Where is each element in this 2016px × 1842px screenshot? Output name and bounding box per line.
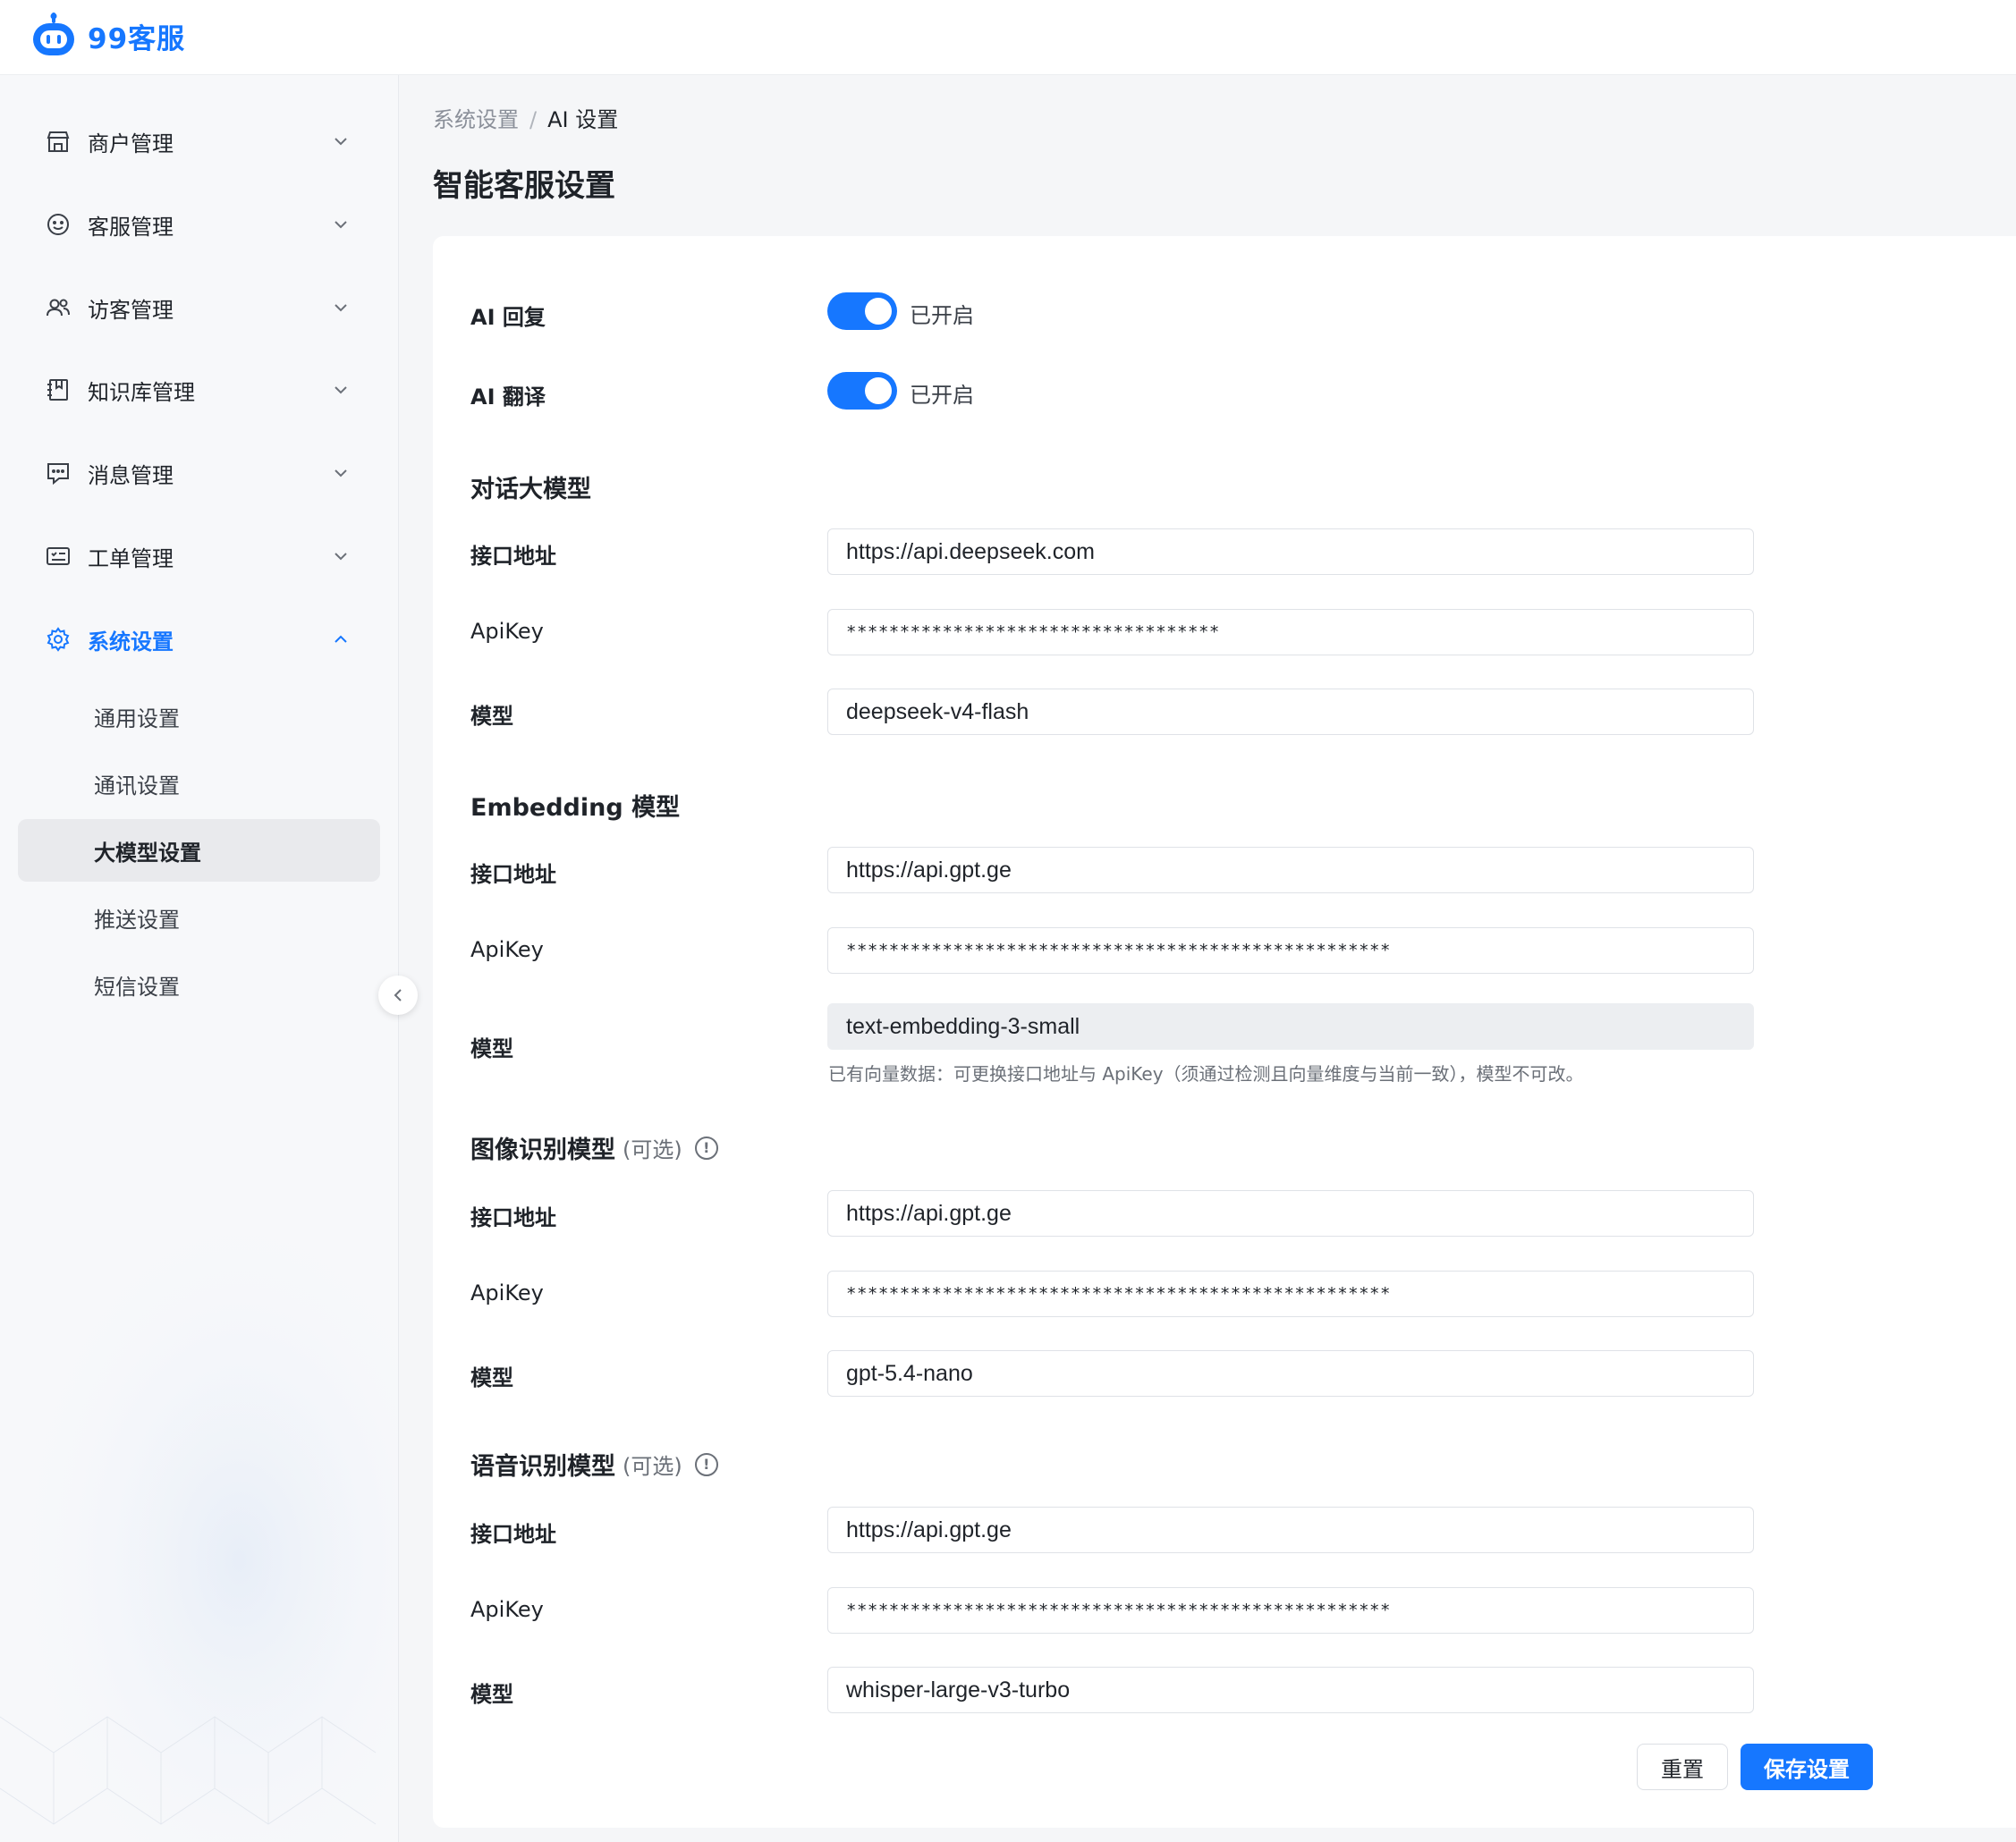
sidebar-subitem-label: 短信设置 (94, 974, 180, 1000)
reset-button[interactable]: 重置 (1637, 1744, 1728, 1790)
speech-endpoint-label: 接口地址 (470, 1522, 556, 1547)
top-header: 99客服 (0, 0, 2016, 75)
sidebar-subitem-push[interactable]: 推送设置 (18, 886, 380, 949)
section-title-text: Embedding 模型 (470, 794, 681, 822)
speech-model-section-title: 语音识别模型 (可选) ! (470, 1447, 718, 1482)
section-title-text: 对话大模型 (470, 476, 591, 503)
sidebar-item-agents[interactable]: 客服管理 (18, 192, 380, 257)
sidebar-item-label: 访客管理 (88, 297, 174, 323)
users-icon (47, 299, 70, 317)
sidebar-subitem-label: 推送设置 (94, 907, 180, 933)
sidebar-subitem-sms[interactable]: 短信设置 (18, 953, 380, 1016)
chat-endpoint-input[interactable]: https://api.deepseek.com (827, 528, 1754, 575)
embedding-model-section-title: Embedding 模型 (470, 788, 680, 823)
sidebar-item-label: 系统设置 (88, 629, 174, 655)
sidebar-item-label: 工单管理 (88, 545, 174, 571)
app-name: 99客服 (88, 22, 186, 55)
sidebar-subitem-communication[interactable]: 通讯设置 (18, 752, 380, 815)
sidebar-subitem-label: 通用设置 (94, 706, 180, 731)
chat-apikey-label: ApiKey (470, 619, 544, 644)
chevron-left-icon (394, 989, 402, 1001)
chat-model-label: 模型 (470, 704, 513, 729)
chevron-down-icon (335, 304, 347, 312)
chat-apikey-input[interactable]: *********************************** (827, 609, 1754, 655)
vision-model-input[interactable]: gpt-5.4-nano (827, 1350, 1754, 1397)
sidebar-item-label: 消息管理 (88, 462, 174, 488)
page-title: 智能客服设置 (433, 168, 615, 204)
breadcrumb: 系统设置 / AI 设置 (433, 102, 618, 133)
gear-icon (47, 627, 70, 652)
chevron-down-icon (335, 553, 347, 561)
ai-translate-status: 已开启 (910, 383, 974, 408)
speech-model-label: 模型 (470, 1682, 513, 1707)
ai-translate-switch[interactable] (827, 372, 897, 410)
chat-endpoint-label: 接口地址 (470, 544, 556, 569)
breadcrumb-parent[interactable]: 系统设置 (433, 107, 519, 132)
embedding-model-label: 模型 (470, 1036, 513, 1061)
sidebar-item-messages[interactable]: 消息管理 (18, 441, 380, 505)
vision-apikey-label: ApiKey (470, 1280, 544, 1305)
smile-icon (47, 214, 69, 235)
sidebar-background-pattern (0, 1216, 398, 1842)
embedding-apikey-input[interactable]: ****************************************… (827, 927, 1754, 974)
chevron-down-icon (335, 221, 347, 229)
sidebar-item-label: 商户管理 (88, 131, 174, 156)
section-title-text: 图像识别模型 (470, 1136, 615, 1164)
sidebar-item-tickets[interactable]: 工单管理 (18, 524, 380, 588)
ai-reply-status: 已开启 (910, 303, 974, 328)
vision-endpoint-input[interactable]: https://api.gpt.ge (827, 1190, 1754, 1237)
embedding-model-input: text-embedding-3-small (827, 1003, 1754, 1050)
sidebar-item-label: 客服管理 (88, 214, 174, 240)
info-icon[interactable]: ! (694, 1136, 718, 1160)
chat-model-input[interactable]: deepseek-v4-flash (827, 689, 1754, 735)
switch-knob (865, 377, 892, 404)
ai-reply-switch[interactable] (827, 292, 897, 330)
info-icon[interactable]: ! (694, 1452, 718, 1476)
chevron-down-icon (335, 386, 347, 394)
vision-model-label: 模型 (470, 1365, 513, 1390)
optional-tag: (可选) (623, 1137, 682, 1162)
switch-knob (865, 298, 892, 325)
app-logo[interactable]: 99客服 (30, 9, 185, 63)
chevron-up-icon (335, 635, 347, 643)
sidebar-subitem-label: 通讯设置 (94, 773, 180, 798)
sidebar-item-visitors[interactable]: 访客管理 (18, 275, 380, 340)
sidebar-subitem-label: 大模型设置 (94, 840, 201, 866)
sidebar-item-merchant[interactable]: 商户管理 (18, 109, 380, 173)
sidebar-item-knowledge-base[interactable]: 知识库管理 (18, 358, 380, 422)
section-title-text: 语音识别模型 (470, 1453, 615, 1481)
sidebar-collapse-button[interactable] (378, 976, 418, 1015)
vision-model-section-title: 图像识别模型 (可选) ! (470, 1130, 718, 1165)
vision-apikey-input[interactable]: ****************************************… (827, 1271, 1754, 1317)
breadcrumb-separator: / (529, 107, 538, 132)
embedding-endpoint-input[interactable]: https://api.gpt.ge (827, 847, 1754, 893)
sidebar-item-system-settings[interactable]: 系统设置 (18, 607, 380, 672)
speech-apikey-label: ApiKey (470, 1597, 544, 1622)
optional-tag: (可选) (623, 1454, 682, 1479)
robot-logo-icon (33, 13, 74, 55)
sidebar-item-label: 知识库管理 (88, 379, 195, 405)
ticket-icon (47, 547, 70, 565)
chevron-down-icon (335, 469, 347, 477)
embedding-apikey-label: ApiKey (470, 937, 544, 962)
ai-reply-label: AI 回复 (470, 305, 546, 330)
embedding-model-hint: 已有向量数据：可更换接口地址与 ApiKey（须通过检测且向量维度与当前一致），… (828, 1063, 1584, 1085)
chevron-down-icon (335, 138, 347, 146)
speech-apikey-input[interactable]: ****************************************… (827, 1587, 1754, 1634)
book-icon (47, 379, 68, 401)
message-icon (47, 463, 69, 486)
sidebar-subitem-general[interactable]: 通用设置 (18, 685, 380, 748)
ai-translate-label: AI 翻译 (470, 384, 546, 410)
chat-model-section-title: 对话大模型 (470, 469, 591, 504)
vision-endpoint-label: 接口地址 (470, 1205, 556, 1230)
breadcrumb-current: AI 设置 (547, 107, 619, 132)
save-settings-button[interactable]: 保存设置 (1741, 1744, 1873, 1790)
speech-endpoint-input[interactable]: https://api.gpt.ge (827, 1507, 1754, 1553)
store-icon (47, 131, 70, 152)
sidebar-subitem-llm[interactable]: 大模型设置 (18, 819, 380, 882)
speech-model-input[interactable]: whisper-large-v3-turbo (827, 1667, 1754, 1713)
embedding-endpoint-label: 接口地址 (470, 862, 556, 887)
